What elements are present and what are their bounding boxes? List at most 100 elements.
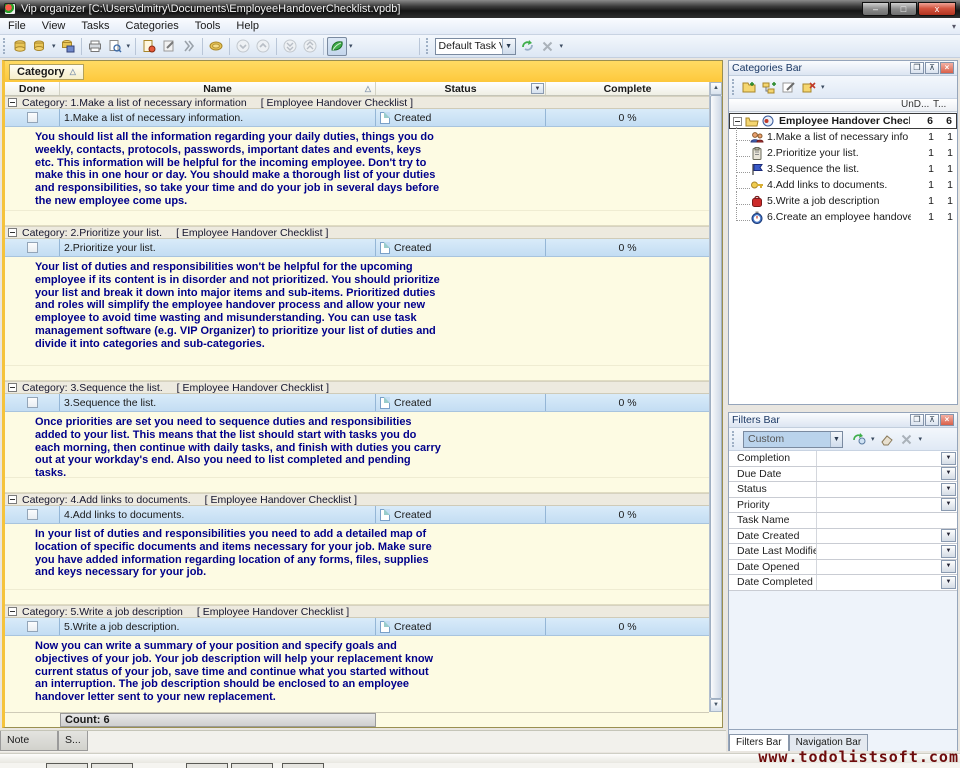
filter-row-priority[interactable]: Priority▼ (729, 498, 957, 514)
tree-item-2[interactable]: 2.Prioritize your list. 1 1 (729, 145, 957, 161)
filter-dropdown-icon[interactable]: ▼ (941, 576, 956, 589)
print-preview-icon[interactable] (105, 37, 125, 56)
new-subcategory-icon[interactable] (759, 78, 779, 97)
tree-item-3[interactable]: 3.Sequence the list. 1 1 (729, 161, 957, 177)
filter-value[interactable] (817, 529, 941, 544)
view-toolbar-overflow-icon[interactable]: ▾ (558, 42, 566, 50)
tree-item-6[interactable]: 6.Create an employee handove 1 1 (729, 209, 957, 225)
categories-toolbar-overflow-icon[interactable]: ▾ (819, 83, 827, 91)
tab-schedule[interactable]: S... (58, 731, 88, 751)
task-row-4[interactable]: 4.Add links to documents. Created 0 % (5, 506, 709, 524)
collapse-icon[interactable] (8, 228, 17, 237)
toolbar-grip[interactable] (3, 38, 7, 54)
menu-tasks[interactable]: Tasks (73, 19, 117, 33)
eraser-icon[interactable] (877, 430, 897, 449)
collapse-icon[interactable] (8, 607, 17, 616)
apply-filter-icon[interactable] (849, 430, 869, 449)
new-category-icon[interactable] (739, 78, 759, 97)
task-view-combo-dropdown-icon[interactable]: ▼ (502, 39, 515, 54)
delete-task-icon[interactable] (179, 37, 199, 56)
collapse-icon[interactable] (8, 495, 17, 504)
task-checkbox[interactable] (27, 397, 38, 408)
apply-filter-dropdown-icon[interactable]: ▾ (869, 435, 877, 443)
task-checkbox[interactable] (27, 509, 38, 520)
menu-categories[interactable]: Categories (118, 19, 187, 33)
collapse-icon[interactable] (8, 98, 17, 107)
panel-restore-icon[interactable]: ❐ (910, 62, 924, 74)
scroll-up-icon[interactable]: ▲ (710, 82, 722, 95)
title-bar[interactable]: Vip organizer [C:\Users\dmitry\Documents… (0, 0, 960, 18)
panel-restore-icon[interactable]: ❐ (910, 414, 924, 426)
scrollbar-thumb[interactable] (710, 95, 722, 699)
taskbar-button[interactable] (91, 763, 133, 768)
filter-value[interactable] (817, 513, 957, 528)
new-database-icon[interactable] (10, 37, 30, 56)
tree-item-1[interactable]: 1.Make a list of necessary info 1 1 (729, 129, 957, 145)
vertical-scrollbar[interactable]: ▲ ▼ (709, 82, 722, 712)
clear-view-icon[interactable] (538, 37, 558, 56)
category-header-5[interactable]: Category: 5.Write a job description [ Em… (5, 605, 709, 618)
print-icon[interactable] (85, 37, 105, 56)
category-header-2[interactable]: Category: 2.Prioritize your list. [ Empl… (5, 226, 709, 239)
categories-toolbar-grip[interactable] (732, 79, 736, 95)
task-row-3[interactable]: 3.Sequence the list. Created 0 % (5, 394, 709, 412)
column-undone[interactable]: UnD... (901, 99, 933, 111)
open-database-dropdown-icon[interactable]: ▾ (50, 42, 58, 50)
save-database-icon[interactable] (58, 37, 78, 56)
view-mode-dropdown-icon[interactable]: ▾ (347, 42, 355, 50)
filter-preset-combo[interactable]: Custom ▼ (743, 431, 843, 448)
filter-dropdown-icon[interactable]: ▼ (941, 560, 956, 573)
task-row-5[interactable]: 5.Write a job description. Created 0 % (5, 618, 709, 636)
filter-value[interactable] (817, 575, 941, 590)
filters-toolbar-grip[interactable] (732, 431, 736, 447)
print-dropdown-icon[interactable]: ▾ (125, 42, 133, 50)
group-by-category-chip[interactable]: Category △ (9, 64, 84, 80)
column-total[interactable]: T... (933, 99, 957, 111)
minimize-button[interactable]: – (862, 2, 889, 16)
filter-dropdown-icon[interactable]: ▼ (941, 498, 956, 511)
filter-row-due-date[interactable]: Due Date▼ (729, 467, 957, 483)
filter-dropdown-icon[interactable]: ▼ (941, 529, 956, 542)
filter-value[interactable] (817, 560, 941, 575)
panel-pin-icon[interactable]: ⊼ (925, 414, 939, 426)
taskbar-button[interactable] (186, 763, 228, 768)
apply-view-icon[interactable] (518, 37, 538, 56)
delete-category-icon[interactable] (799, 78, 819, 97)
filter-row-task-name[interactable]: Task Name (729, 513, 957, 529)
tab-note[interactable]: Note (0, 731, 58, 751)
filter-value[interactable] (817, 482, 941, 497)
filter-row-date-modified[interactable]: Date Last Modifie▼ (729, 544, 957, 560)
task-view-mode-icon[interactable] (327, 37, 347, 56)
edit-task-icon[interactable] (159, 37, 179, 56)
column-header-done[interactable]: Done (5, 82, 60, 95)
collapse-icon[interactable] (8, 383, 17, 392)
taskbar-button[interactable] (231, 763, 273, 768)
filter-preset-dropdown-icon[interactable]: ▼ (830, 432, 842, 447)
filter-dropdown-icon[interactable]: ▼ (941, 483, 956, 496)
taskbar-button[interactable] (46, 763, 88, 768)
task-checkbox[interactable] (27, 112, 38, 123)
filter-dropdown-icon[interactable]: ▼ (941, 452, 956, 465)
close-button[interactable]: x (918, 2, 956, 16)
filter-value[interactable] (817, 451, 941, 466)
tree-root-row[interactable]: Employee Handover Checklist 6 6 (729, 113, 957, 129)
filter-row-date-created[interactable]: Date Created▼ (729, 529, 957, 545)
move-up-icon[interactable] (253, 37, 273, 56)
panel-pin-icon[interactable]: ⊼ (925, 62, 939, 74)
filter-dropdown-icon[interactable]: ▼ (941, 467, 956, 480)
menu-view[interactable]: View (34, 19, 74, 33)
task-view-combo[interactable]: Default Task V ▼ (435, 38, 516, 55)
move-top-icon[interactable] (300, 37, 320, 56)
filter-dropdown-icon[interactable]: ▼ (941, 545, 956, 558)
filter-value[interactable] (817, 467, 941, 482)
tree-item-4[interactable]: 4.Add links to documents. 1 1 (729, 177, 957, 193)
category-header-4[interactable]: Category: 4.Add links to documents. [ Em… (5, 493, 709, 506)
filters-toolbar-overflow-icon[interactable]: ▾ (917, 435, 925, 443)
filter-row-date-completed[interactable]: Date Completed▼ (729, 575, 957, 591)
clear-filter-icon[interactable] (897, 430, 917, 449)
filter-row-status[interactable]: Status▼ (729, 482, 957, 498)
column-header-status[interactable]: Status▼ (376, 82, 546, 95)
menu-tools[interactable]: Tools (187, 19, 229, 33)
task-row-2[interactable]: 2.Prioritize your list. Created 0 % (5, 239, 709, 257)
category-header-1[interactable]: Category: 1.Make a list of necessary inf… (5, 96, 709, 109)
